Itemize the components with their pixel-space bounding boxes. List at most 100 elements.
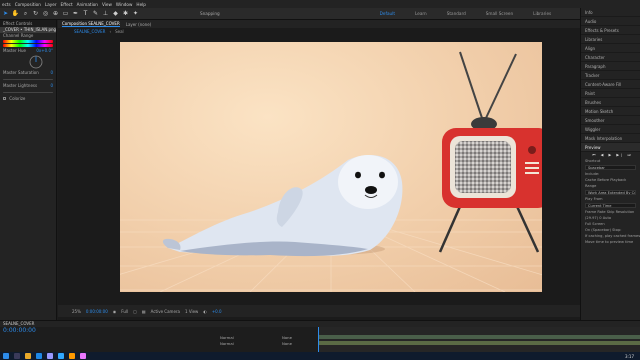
rectangle-tool-icon[interactable]: ▭ <box>61 9 70 18</box>
panel-info[interactable]: Info <box>581 8 640 17</box>
menu-help[interactable]: Help <box>136 2 146 7</box>
crumb-seal[interactable]: Seal <box>115 29 124 34</box>
tab-layer[interactable]: Layer (none) <box>126 22 152 27</box>
panel-wiggler[interactable]: Wiggler <box>581 125 640 134</box>
panel-libraries[interactable]: Libraries <box>581 35 640 44</box>
menu-layer[interactable]: Layer <box>45 2 57 7</box>
panel-character[interactable]: Character <box>581 53 640 62</box>
saturation-slider[interactable] <box>3 79 53 80</box>
timeline-track-area[interactable] <box>318 327 640 353</box>
menu-effects[interactable]: ects <box>2 2 11 7</box>
panel-align[interactable]: Align <box>581 44 640 53</box>
crumb-comp[interactable]: SEALNE_COVER <box>74 29 105 34</box>
reset-exposure-icon[interactable]: ◐ <box>203 309 207 314</box>
hue-dial-icon[interactable] <box>0 54 57 70</box>
illustrator-icon[interactable] <box>69 353 75 359</box>
layer-bar-2[interactable] <box>318 341 640 345</box>
panel-smoother[interactable]: Smoother <box>581 116 640 125</box>
windows-start-icon[interactable] <box>3 353 9 359</box>
workspace-standard[interactable]: Standard <box>447 11 466 16</box>
panel-preview[interactable]: Preview <box>581 143 640 152</box>
photoshop-icon[interactable] <box>58 353 64 359</box>
current-time[interactable]: 0:00:00:00 <box>86 309 108 314</box>
file-explorer-icon[interactable] <box>25 353 31 359</box>
workspace-default[interactable]: Default <box>380 11 395 16</box>
play-from-label: Play From <box>585 197 603 201</box>
panel-paint[interactable]: Paint <box>581 89 640 98</box>
pen-tool-icon[interactable]: ✒ <box>71 9 80 18</box>
zoom-tool-icon[interactable]: ⌕ <box>21 9 30 18</box>
camera-tool-icon[interactable]: ◎ <box>41 9 50 18</box>
crumb-arrow-icon: ‹ <box>109 29 112 34</box>
frame-rate-label: Frame Rate <box>585 210 606 214</box>
roto-tool-icon[interactable]: ✱ <box>121 9 130 18</box>
retro-tv-illustration <box>438 51 542 253</box>
browser-icon[interactable] <box>36 353 42 359</box>
exposure-value[interactable]: +0.0 <box>212 309 222 314</box>
workspace-learn[interactable]: Learn <box>415 11 427 16</box>
region-of-interest-icon[interactable]: ▢ <box>133 309 137 314</box>
premiere-icon[interactable] <box>80 353 86 359</box>
snapping-toggle[interactable]: Snapping <box>200 11 220 16</box>
composition-viewer[interactable] <box>120 42 542 292</box>
search-icon[interactable] <box>14 353 20 359</box>
layer-mode-2[interactable]: Normal <box>220 341 234 346</box>
panel-mask-interpolation[interactable]: Mask Interpolation <box>581 134 640 143</box>
hand-tool-icon[interactable]: ✋ <box>11 9 20 18</box>
shortcut-dropdown[interactable]: Spacebar <box>585 165 636 170</box>
frame-rate-value[interactable]: (29.97) <box>585 216 598 220</box>
panel-tracker[interactable]: Tracker <box>581 71 640 80</box>
camera-snapshot-icon[interactable]: ◉ <box>113 309 117 314</box>
play-from-dropdown[interactable]: Current Time <box>585 203 636 208</box>
layer-parent-2[interactable]: None <box>282 341 292 346</box>
view-layout-dropdown[interactable]: 1 View <box>185 309 198 314</box>
menu-view[interactable]: View <box>102 2 112 7</box>
after-effects-icon[interactable] <box>47 353 53 359</box>
layer-parent-1[interactable]: None <box>282 335 292 340</box>
shortcut-label: Shortcut <box>585 159 601 163</box>
brush-tool-icon[interactable]: ✎ <box>91 9 100 18</box>
pan-behind-tool-icon[interactable]: ⊕ <box>51 9 60 18</box>
tab-composition[interactable]: Composition SEALNE_COVER <box>62 21 120 27</box>
range-dropdown[interactable]: Work Area Extended By Current... <box>585 190 636 195</box>
resolution-dropdown[interactable]: Full <box>121 309 128 314</box>
panel-content-aware-fill[interactable]: Content-Aware Fill <box>581 80 640 89</box>
lightness-slider[interactable] <box>3 92 53 93</box>
playhead[interactable] <box>318 327 319 353</box>
selection-tool-icon[interactable]: ➤ <box>1 9 10 18</box>
resolution-label: Resolution <box>615 210 635 214</box>
master-saturation-label: Master Saturation <box>3 70 39 75</box>
resolution-value[interactable]: Auto <box>603 216 611 220</box>
puppet-tool-icon[interactable]: ✦ <box>131 9 140 18</box>
layer-bar-1[interactable] <box>318 335 640 339</box>
master-lightness-value[interactable]: 0 <box>50 83 56 89</box>
workspace-small-screen[interactable]: Small Screen <box>486 11 513 16</box>
move-time-checkbox[interactable]: Move time to preview time <box>581 239 640 245</box>
menu-animation[interactable]: Animation <box>77 2 98 7</box>
panel-motion-sketch[interactable]: Motion Sketch <box>581 107 640 116</box>
master-lightness-label: Master Lightness <box>3 83 38 88</box>
layer-mode-1[interactable]: Normal <box>220 335 234 340</box>
skip-value[interactable]: 0 <box>599 216 601 220</box>
menu-composition[interactable]: Composition <box>15 2 41 7</box>
rotate-tool-icon[interactable]: ↻ <box>31 9 40 18</box>
hue-dial-wrap <box>0 54 56 70</box>
menu-window[interactable]: Window <box>116 2 133 7</box>
clone-tool-icon[interactable]: ⊥ <box>101 9 110 18</box>
panel-paragraph[interactable]: Paragraph <box>581 62 640 71</box>
panel-brushes[interactable]: Brushes <box>581 98 640 107</box>
menu-effect[interactable]: Effect <box>61 2 73 7</box>
panel-effects-presets[interactable]: Effects & Presets <box>581 26 640 35</box>
eraser-tool-icon[interactable]: ◆ <box>111 9 120 18</box>
colorize-checkbox[interactable] <box>3 97 6 100</box>
transparency-grid-icon[interactable]: ▦ <box>142 309 146 314</box>
type-tool-icon[interactable]: T <box>81 9 90 18</box>
workspace-libraries[interactable]: Libraries <box>533 11 551 16</box>
camera-dropdown[interactable]: Active Camera <box>151 309 180 314</box>
panel-audio[interactable]: Audio <box>581 17 640 26</box>
magnification-dropdown[interactable]: 25% <box>72 309 81 314</box>
channel-range-label: Channel Range <box>3 33 34 38</box>
scene-artwork <box>120 51 542 292</box>
effect-controls-tab[interactable]: Effect Controls <box>0 20 56 27</box>
master-saturation-value[interactable]: 0 <box>50 70 56 76</box>
